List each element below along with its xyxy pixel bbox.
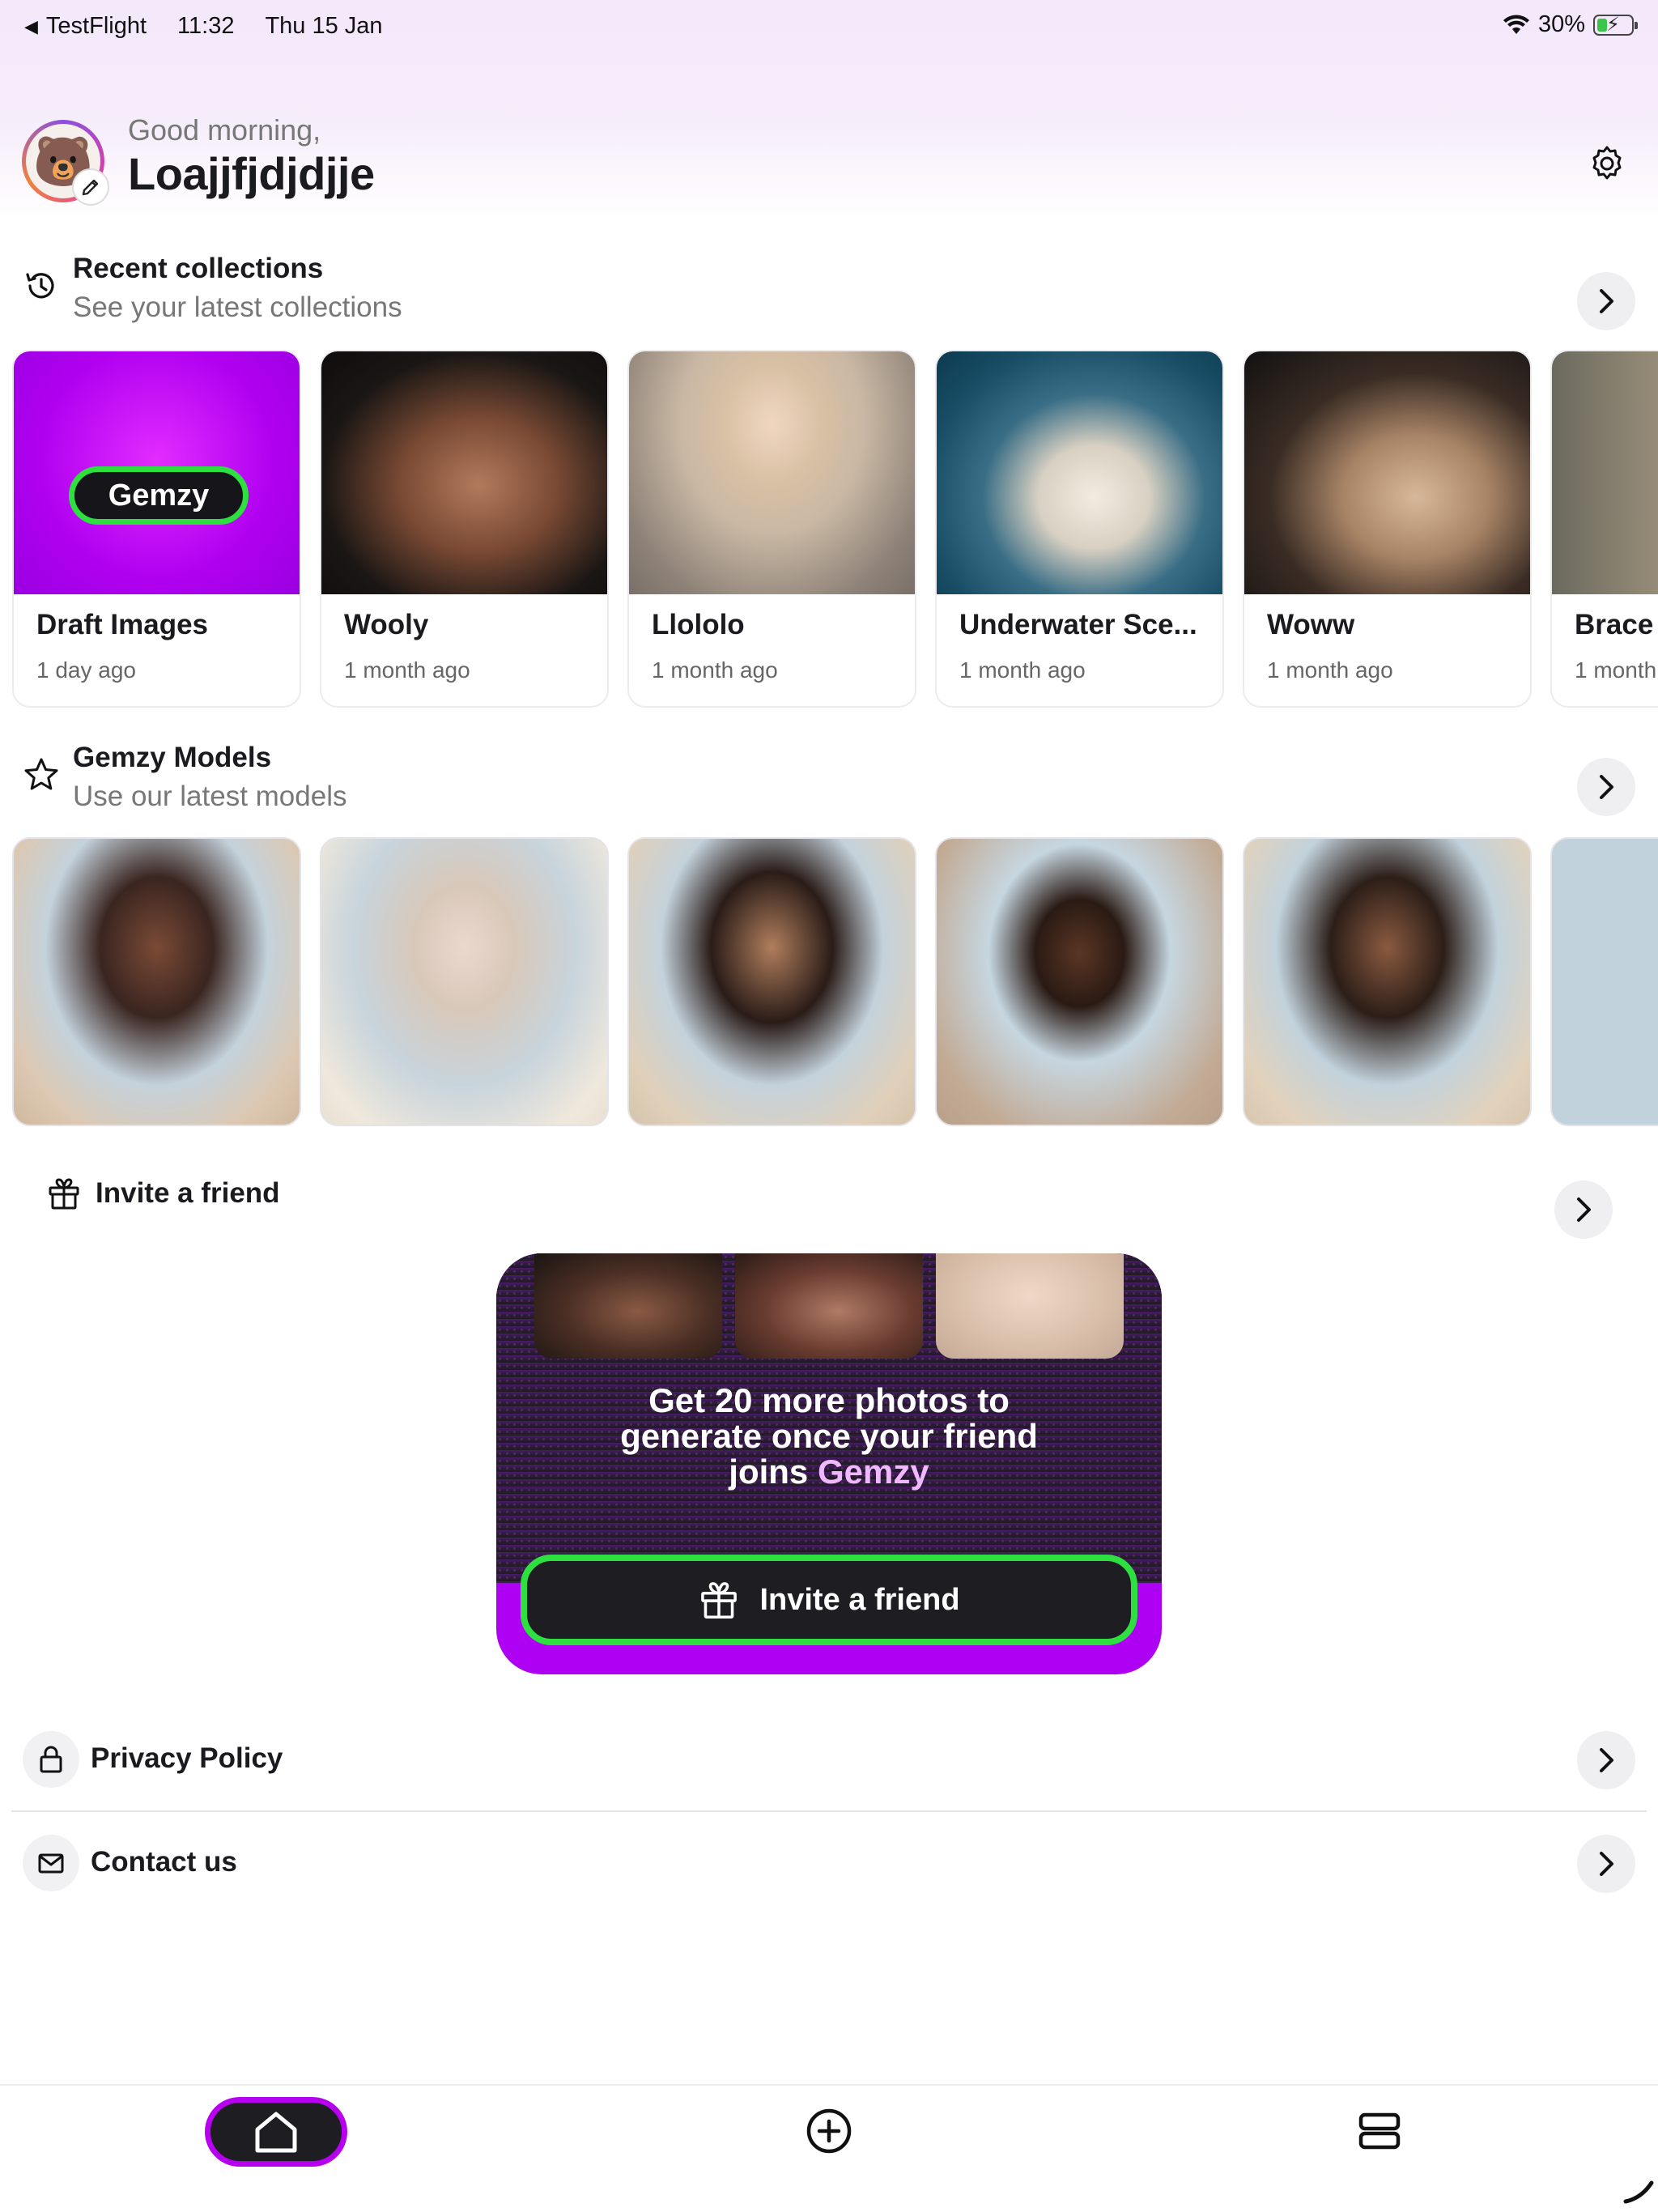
privacy-policy-chevron[interactable]: [1577, 1731, 1635, 1789]
model-card[interactable]: [1243, 837, 1532, 1126]
divider: [11, 1810, 1647, 1812]
collection-card[interactable]: Llololo 1 month ago: [627, 350, 916, 708]
avatar[interactable]: 🐻: [22, 120, 109, 206]
models-carousel[interactable]: [0, 837, 1658, 1129]
model-card[interactable]: [12, 837, 301, 1126]
collection-card[interactable]: Woww 1 month ago: [1243, 350, 1532, 708]
tab-home[interactable]: [205, 2097, 347, 2167]
collection-name: Brace: [1575, 609, 1654, 640]
collection-date: 1 month ago: [344, 657, 470, 683]
status-time: 11:32: [177, 13, 235, 39]
models-more-button[interactable]: [1577, 758, 1635, 816]
wifi-icon: [1503, 15, 1529, 34]
models-header: Gemzy Models Use our latest models: [0, 735, 1658, 824]
collection-name: Draft Images: [36, 609, 209, 640]
mail-icon: [23, 1835, 79, 1891]
plus-circle-icon: [806, 2108, 852, 2154]
collection-date: 1 month: [1575, 657, 1657, 683]
promo-headline: Get 20 more photos to generate once your…: [620, 1381, 1038, 1491]
contact-us-label: Contact us: [91, 1846, 237, 1878]
model-card[interactable]: [320, 837, 609, 1126]
contact-us-row[interactable]: Contact us: [0, 1819, 1658, 1908]
collection-card[interactable]: Underwater Sce... 1 month ago: [935, 350, 1224, 708]
privacy-policy-label: Privacy Policy: [91, 1742, 283, 1774]
history-icon: [26, 273, 54, 299]
collection-thumbnail: [321, 351, 607, 594]
invite-title: Invite a friend: [96, 1177, 280, 1209]
chevron-right-icon: [1600, 775, 1613, 799]
lock-icon: [23, 1731, 79, 1788]
model-card[interactable]: [627, 837, 916, 1126]
status-bar: ◀ TestFlight 11:32 Thu 15 Jan 30% ⚡: [0, 0, 1658, 52]
contact-us-chevron[interactable]: [1577, 1835, 1635, 1893]
chevron-right-icon: [1577, 1197, 1591, 1222]
collection-card[interactable]: Wooly 1 month ago: [320, 350, 609, 708]
status-date: Thu 15 Jan: [265, 13, 383, 39]
collection-thumbnail: [629, 351, 915, 594]
stack-icon: [1358, 2112, 1401, 2150]
back-app-label[interactable]: TestFlight: [46, 13, 147, 40]
recent-collections-carousel[interactable]: Gemzy Draft Images 1 day ago Wooly 1 mon…: [0, 350, 1658, 711]
star-icon: [24, 758, 58, 790]
collection-date: 1 month ago: [959, 657, 1086, 683]
models-subtitle: Use our latest models: [73, 781, 347, 812]
collection-card[interactable]: Gemzy Draft Images 1 day ago: [12, 350, 301, 708]
model-card[interactable]: [1550, 837, 1658, 1126]
gear-icon: [1592, 146, 1622, 180]
battery-icon: ⚡: [1593, 14, 1638, 36]
collection-thumbnail: [1552, 351, 1658, 594]
collection-name: Wooly: [344, 609, 429, 640]
back-triangle-icon[interactable]: ◀: [24, 16, 38, 37]
chevron-right-icon: [1600, 1748, 1613, 1772]
gift-icon: [49, 1178, 79, 1210]
tab-create[interactable]: [801, 2104, 857, 2159]
models-title: Gemzy Models: [73, 742, 272, 773]
recent-collections-subtitle: See your latest collections: [73, 291, 402, 323]
promo-photo-ring: [735, 1253, 923, 1359]
recent-collections-more-button[interactable]: [1577, 272, 1635, 330]
collection-card[interactable]: Brace 1 month: [1550, 350, 1658, 708]
collection-date: 1 day ago: [36, 657, 136, 683]
recent-collections-title: Recent collections: [73, 253, 324, 284]
invite-promo-card[interactable]: Get 20 more photos to generate once your…: [496, 1253, 1162, 1674]
username: Loajjfjdjdjje: [128, 148, 375, 199]
invite-friend-button[interactable]: Invite a friend: [521, 1555, 1137, 1645]
edit-pencil-icon[interactable]: [72, 168, 109, 206]
model-card[interactable]: [935, 837, 1224, 1126]
home-icon: [255, 2112, 297, 2153]
corner-resize-mark: [1623, 2180, 1654, 2204]
recent-collections-header: Recent collections See your latest colle…: [0, 246, 1658, 335]
collection-date: 1 month ago: [652, 657, 778, 683]
greeting-text: Good morning,: [128, 113, 321, 147]
promo-brand: Gemzy: [817, 1453, 929, 1491]
collection-date: 1 month ago: [1267, 657, 1393, 683]
collection-thumbnail: [937, 351, 1222, 594]
invite-friend-button-label: Invite a friend: [759, 1582, 960, 1617]
collection-name: Woww: [1267, 609, 1355, 640]
collection-name: Llololo: [652, 609, 745, 640]
tab-bar: [0, 2084, 1658, 2212]
chevron-right-icon: [1600, 1852, 1613, 1876]
promo-photo-earring: [534, 1253, 722, 1359]
settings-button[interactable]: [1583, 139, 1631, 188]
profile-header: 🐻 Good morning, Loajjfjdjdjje: [0, 113, 1658, 219]
collection-name: Underwater Sce...: [959, 609, 1197, 640]
invite-header: Invite a friend: [0, 1166, 1658, 1239]
invite-more-button[interactable]: [1554, 1180, 1613, 1239]
promo-photo-necklace: [936, 1253, 1124, 1359]
chevron-right-icon: [1600, 289, 1613, 313]
gemzy-logo-badge: Gemzy: [69, 466, 249, 525]
gift-icon: [701, 1582, 738, 1619]
collection-thumbnail: [1244, 351, 1530, 594]
privacy-policy-row[interactable]: Privacy Policy: [0, 1715, 1658, 1804]
tab-library[interactable]: [1352, 2104, 1407, 2159]
battery-percent: 30%: [1537, 11, 1585, 37]
